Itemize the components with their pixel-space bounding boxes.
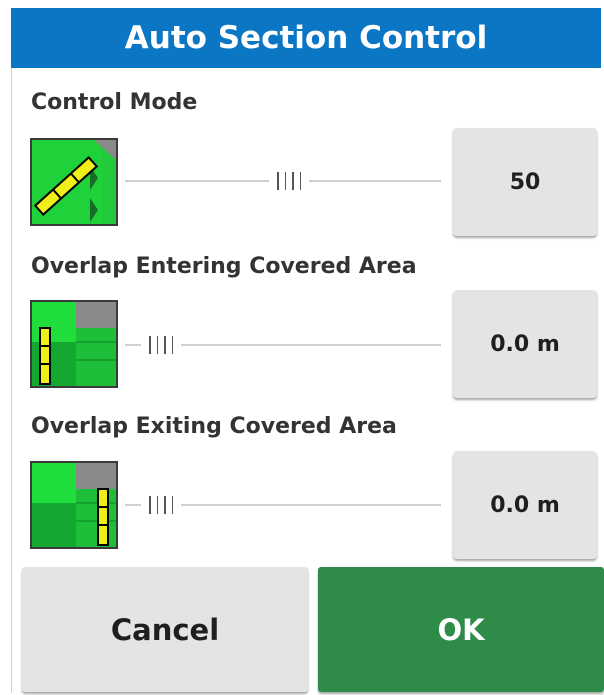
- overlap-entering-value-button[interactable]: 0.0 m: [453, 290, 597, 398]
- control-mode-icon: [30, 138, 118, 226]
- overlap-exiting-slider[interactable]: [125, 490, 441, 520]
- overlap-exiting-value-button[interactable]: 0.0 m: [453, 451, 597, 559]
- overlap-entering-label: Overlap Entering Covered Area: [31, 254, 417, 279]
- overlap-exiting-icon: [30, 461, 118, 549]
- dialog-border: [11, 68, 12, 693]
- ok-button[interactable]: OK: [318, 567, 604, 692]
- slider-thumb[interactable]: [141, 492, 181, 518]
- slider-thumb[interactable]: [141, 332, 181, 358]
- control-mode-label: Control Mode: [31, 90, 198, 115]
- overlap-exiting-label: Overlap Exiting Covered Area: [31, 414, 397, 439]
- dialog-title: Auto Section Control: [11, 8, 601, 68]
- control-mode-slider[interactable]: [125, 166, 441, 196]
- cancel-button[interactable]: Cancel: [22, 567, 308, 692]
- overlap-entering-slider[interactable]: [125, 330, 441, 360]
- overlap-entering-icon: [30, 300, 118, 388]
- auto-section-control-dialog: Auto Section Control Control Mode 50 Ove…: [0, 0, 604, 695]
- control-mode-value-button[interactable]: 50: [453, 128, 597, 236]
- slider-thumb[interactable]: [269, 168, 309, 194]
